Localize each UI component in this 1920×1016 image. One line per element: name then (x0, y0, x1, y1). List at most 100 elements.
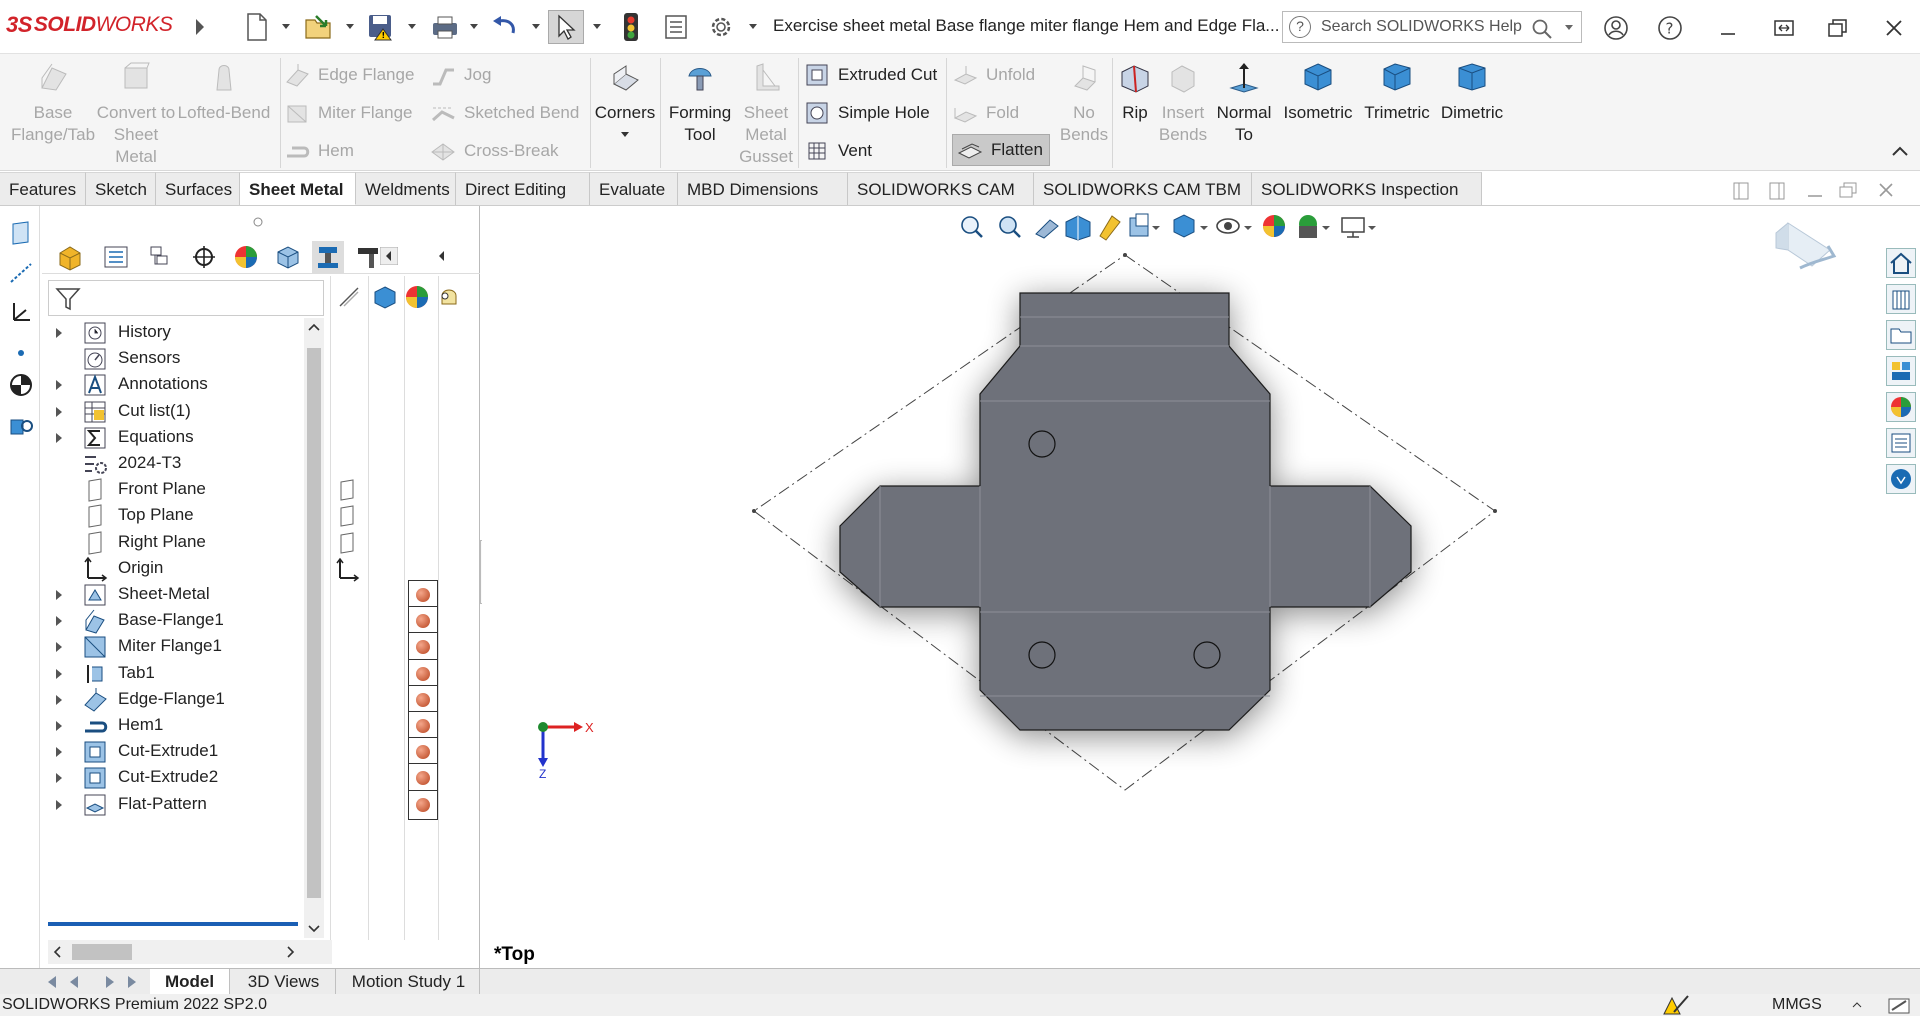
design-library-icon[interactable] (1886, 284, 1916, 314)
expand-arrow-icon[interactable] (56, 694, 62, 705)
undo-dropdown-icon[interactable] (532, 24, 540, 29)
corners-button[interactable]: Corners (592, 60, 658, 137)
no-bends-button[interactable]: No Bends (1058, 60, 1110, 146)
dimetric-button[interactable]: Dimetric (1436, 60, 1508, 124)
collapse-ribbon-icon[interactable] (1890, 144, 1910, 158)
scroll-up-icon[interactable] (308, 322, 320, 332)
display-mode-column-icon[interactable] (372, 284, 398, 310)
tree-horizontal-scrollbar[interactable] (48, 940, 332, 964)
point-icon[interactable] (8, 340, 34, 366)
zoom-to-area-icon[interactable] (999, 216, 1021, 238)
extruded-cut-button[interactable]: Extruded Cut (804, 62, 937, 88)
units-dropdown-icon[interactable] (1852, 1000, 1862, 1010)
flat-pattern-part[interactable] (839, 292, 1412, 731)
view-palette-icon[interactable] (1886, 356, 1916, 386)
solidworks-forum-icon[interactable] (1886, 464, 1916, 494)
file-explorer-icon[interactable] (1886, 320, 1916, 350)
expand-arrow-icon[interactable] (56, 328, 62, 338)
model-viewport[interactable]: X Z (482, 206, 1920, 970)
expand-arrow-icon[interactable] (56, 799, 62, 810)
hide-show-plane-icon[interactable] (338, 532, 356, 554)
insert-bends-button[interactable]: Insert Bends (1156, 60, 1210, 146)
tab-solidworks-cam-tbm[interactable]: SOLIDWORKS CAM TBM (1034, 172, 1252, 205)
restore-pane-icon[interactable] (1768, 12, 1800, 44)
featuremanager-tab-icon[interactable] (54, 241, 86, 273)
view-orientation-icon[interactable] (1129, 213, 1160, 237)
expand-arrow-icon[interactable] (56, 642, 62, 653)
expand-arrow-icon[interactable] (56, 406, 62, 417)
reference-geometry-icon[interactable] (8, 412, 34, 438)
panel-grip-icon[interactable] (252, 216, 264, 228)
select-dropdown-icon[interactable] (593, 24, 601, 29)
configuration-manager-tab-icon[interactable] (144, 241, 176, 273)
trimetric-button[interactable]: Trimetric (1360, 60, 1434, 124)
coordinate-system-icon[interactable] (8, 300, 34, 326)
hole-3[interactable] (1193, 641, 1221, 669)
rebuild-warning-icon[interactable] (1660, 994, 1694, 1016)
cam-feature-tab-icon[interactable] (272, 241, 304, 273)
tree-vertical-scrollbar[interactable] (304, 318, 324, 938)
unit-system[interactable]: MMGS (1772, 994, 1822, 1016)
custom-properties-icon[interactable] (1886, 428, 1916, 458)
forming-tool-button[interactable]: Forming Tool (662, 60, 738, 146)
isometric-button[interactable]: Isometric (1280, 60, 1356, 124)
appearance-swatch[interactable] (408, 789, 438, 820)
scroll-left-icon[interactable] (52, 946, 62, 958)
sketch-plane-icon[interactable] (8, 220, 34, 246)
hole-1[interactable] (1028, 430, 1056, 458)
tabs-scroll-right-icon[interactable] (436, 247, 448, 265)
account-icon[interactable] (1600, 12, 1632, 44)
save-icon[interactable]: ! (366, 10, 396, 44)
scroll-down-icon[interactable] (308, 924, 320, 934)
display-style-icon[interactable] (1173, 214, 1208, 238)
expand-arrow-icon[interactable] (56, 380, 62, 391)
bottom-tab-model[interactable]: Model (150, 969, 230, 995)
rebuild-icon[interactable] (618, 10, 644, 44)
filter-icon[interactable] (55, 286, 81, 312)
unfold-button[interactable]: Unfold (952, 62, 1035, 88)
new-document-icon[interactable] (242, 10, 272, 44)
print-icon[interactable] (428, 10, 462, 44)
zoom-to-fit-icon[interactable] (961, 216, 983, 238)
tab-direct-editing[interactable]: Direct Editing (456, 172, 590, 205)
minimize-icon[interactable] (1712, 12, 1744, 44)
previous-view-icon[interactable] (1035, 219, 1059, 239)
cam-operation-tab-icon[interactable] (312, 241, 344, 273)
view-close-icon[interactable] (1879, 183, 1893, 197)
close-icon[interactable] (1878, 12, 1910, 44)
tile-right-icon[interactable] (1769, 182, 1785, 200)
view-orientation-cube-icon[interactable] (1775, 222, 1837, 270)
tabs-scroll-left-icon[interactable] (380, 247, 398, 265)
dimxpert-tab-icon[interactable] (188, 241, 220, 273)
expand-arrow-icon[interactable] (56, 773, 62, 784)
tab-sheet-metal[interactable]: Sheet Metal (240, 172, 356, 205)
print-dropdown-icon[interactable] (470, 24, 478, 29)
tab-sketch[interactable]: Sketch (86, 172, 156, 205)
simple-hole-button[interactable]: Simple Hole (804, 100, 930, 126)
center-of-mass-icon[interactable] (8, 372, 34, 398)
rip-button[interactable]: Rip (1112, 60, 1158, 124)
hide-show-column-icon[interactable] (336, 284, 362, 310)
appearances-scenes-icon[interactable] (1886, 392, 1916, 422)
base-flange-tab-button[interactable]: Base Flange/Tab (4, 60, 102, 146)
expand-arrow-icon[interactable] (56, 747, 62, 758)
fold-button[interactable]: Fold (952, 100, 1019, 126)
tree-item-flat-pattern[interactable]: Flat-Pattern (42, 790, 298, 820)
expand-arrow-icon[interactable] (56, 668, 62, 679)
open-icon[interactable] (302, 10, 336, 44)
convert-to-sheet-metal-button[interactable]: Convert to Sheet Metal (96, 60, 176, 168)
miter-flange-button[interactable]: Miter Flange (284, 100, 412, 126)
select-icon[interactable] (548, 10, 584, 44)
apply-scene-icon[interactable] (1299, 215, 1330, 238)
tree-filter[interactable] (48, 280, 324, 316)
search-input[interactable]: Search SOLIDWORKS Help (1321, 18, 1522, 36)
expand-arrow-icon[interactable] (56, 616, 62, 627)
maximize-icon[interactable] (1822, 12, 1854, 44)
new-dropdown-icon[interactable] (282, 24, 290, 29)
bottom-tab-3d-views[interactable]: 3D Views (232, 969, 336, 995)
hem-button[interactable]: Hem (284, 138, 354, 164)
tile-left-icon[interactable] (1733, 182, 1749, 200)
flatten-button[interactable]: Flatten (952, 134, 1050, 166)
solidworks-resources-home-icon[interactable] (1886, 248, 1916, 278)
options-dropdown-icon[interactable] (749, 24, 757, 29)
